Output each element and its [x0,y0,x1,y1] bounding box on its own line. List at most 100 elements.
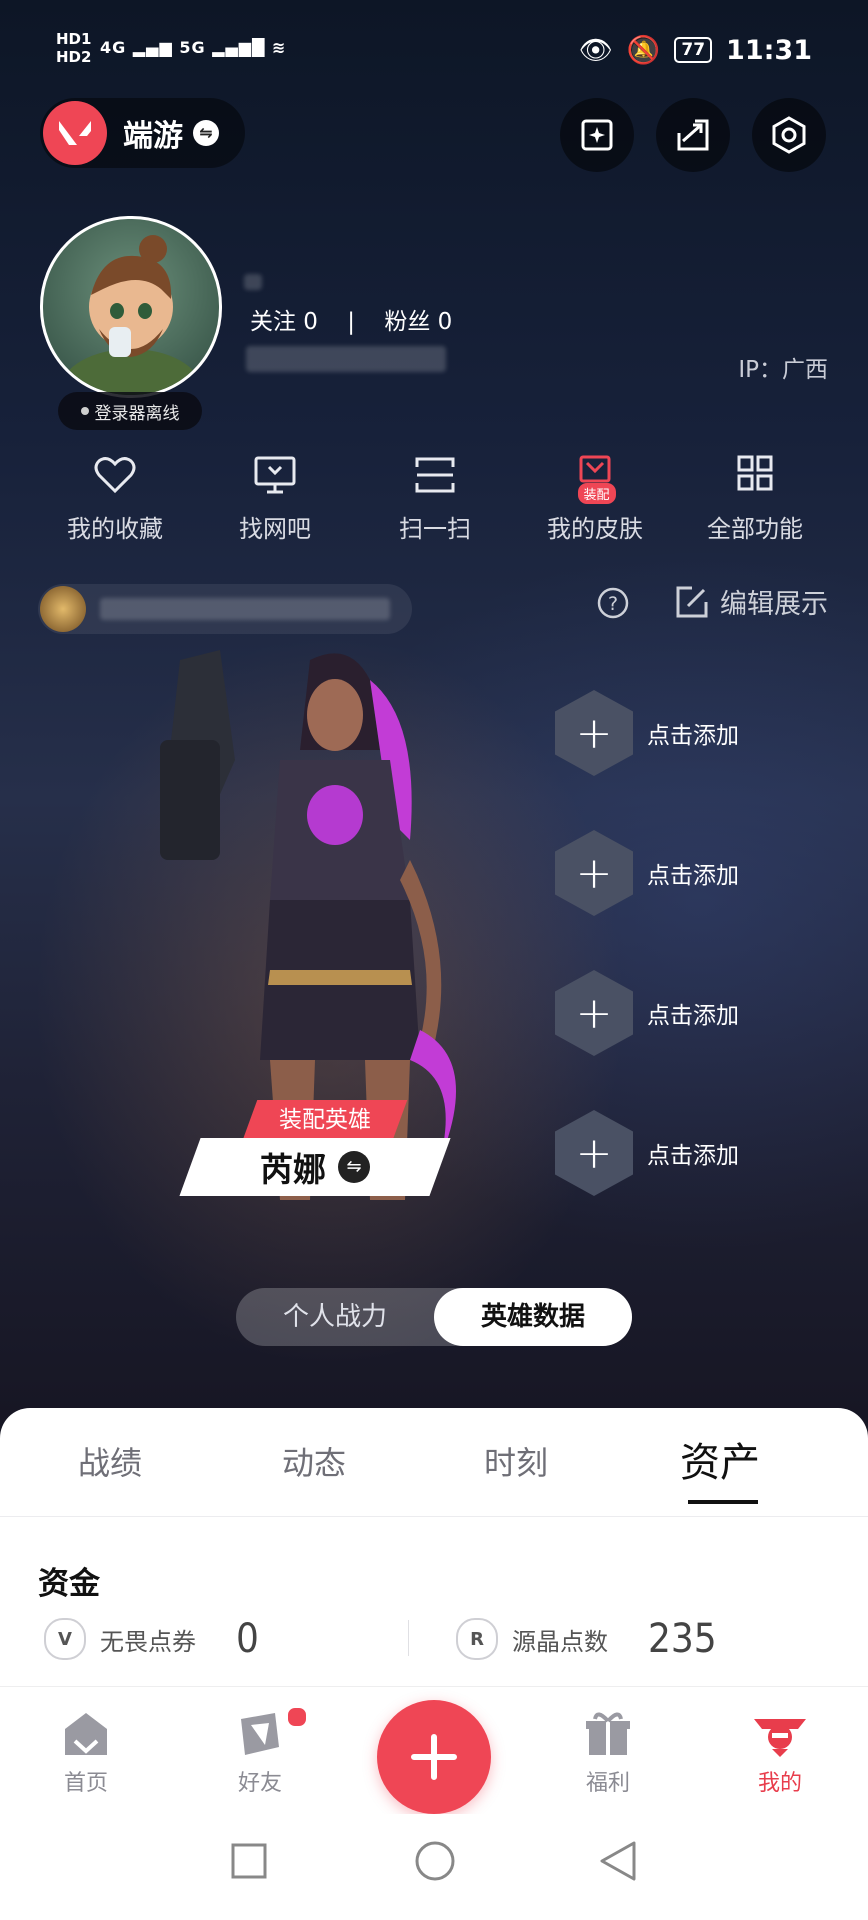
sim2-label: HD2 [56,48,92,66]
add-slot-icon: + [555,970,633,1056]
hero-name-plate: 芮娜 ⇋ [179,1138,451,1196]
avatar-image [61,235,201,395]
scan-icon [415,457,455,493]
add-slot-icon: + [555,830,633,916]
showcase-slot-1[interactable]: + 点击添加 [555,690,739,776]
gift-icon [586,1712,630,1755]
quick-action-find-cafe[interactable]: 找网吧 [200,455,350,544]
back-icon[interactable] [598,1840,638,1882]
quick-action-favorites[interactable]: 我的收藏 [40,455,190,544]
slot-label: 点击添加 [647,723,739,749]
nav-label: 福利 [585,1771,630,1796]
ip-location: IP：广西 [738,357,828,383]
asset-divider [408,1620,409,1656]
share-button[interactable] [656,98,730,172]
tab-divider [0,1516,868,1517]
hero-name: 芮娜 [260,1150,326,1189]
status-right: 👁 🔕 77 11:31 [578,34,812,67]
heart-icon [94,457,136,494]
redacted-player-id [100,598,390,620]
home-circle-icon[interactable] [414,1840,456,1882]
network-4g-label: 4G [100,38,127,57]
nav-welfare[interactable]: 福利 [548,1711,668,1797]
showcase-slot-4[interactable]: + 点击添加 [555,1110,739,1196]
eye-icon: 👁 [578,35,613,66]
app-bar: 端游 ⇋ [40,98,838,172]
create-post-button[interactable] [377,1700,491,1814]
avatar[interactable] [40,216,222,398]
network-5g-label: 5G [179,38,206,57]
nav-home[interactable]: 首页 [26,1711,146,1797]
monitor-icon [254,456,296,494]
segment-personal-power[interactable]: 个人战力 [236,1288,434,1346]
nav-mine[interactable]: 我的 [720,1711,840,1797]
clock: 11:31 [726,34,812,66]
quick-action-scan[interactable]: 扫一扫 [360,455,510,544]
quick-action-skins[interactable]: 装配 我的皮肤 [520,455,670,544]
fans-count[interactable]: 粉丝 0 [384,309,452,335]
slot-label: 点击添加 [647,1003,739,1029]
nav-label: 我的 [757,1771,802,1796]
redacted-username [244,274,262,290]
sim-indicators: HD1 HD2 [56,30,91,66]
asset-value: 235 [648,1616,717,1662]
battery-indicator: 77 [674,37,713,63]
app-switcher[interactable]: 端游 ⇋ [40,98,245,168]
signal-icon-2: ▂▄▆█ [212,38,266,57]
asset-vp[interactable]: V 无畏点券 0 [44,1616,259,1662]
settings-button[interactable] [752,98,826,172]
sparkle-card-button[interactable] [560,98,634,172]
help-button[interactable]: ? [596,586,630,624]
asset-label: 无畏点券 [100,1627,196,1656]
status-badge: 登录器离线 [58,392,202,430]
quick-actions: 我的收藏 找网吧 扫一扫 装配 我的皮肤 全部功能 [40,455,830,544]
quick-action-label: 全部功能 [707,515,803,543]
valorant-logo-icon [43,101,107,165]
tab-assets[interactable]: 资产 [640,1430,800,1488]
tab-moments[interactable]: 时刻 [436,1438,596,1484]
quick-action-label: 找网吧 [239,515,311,543]
active-tab-indicator [688,1500,758,1504]
showcase-slot-2[interactable]: + 点击添加 [555,830,739,916]
redacted-signature [246,346,446,372]
asset-radianite[interactable]: R 源晶点数 235 [456,1616,717,1662]
quick-action-label: 我的皮肤 [547,515,643,543]
vp-coin-icon: V [44,1618,86,1660]
nav-label: 首页 [63,1771,108,1796]
friends-notification-dot [286,1706,308,1728]
swap-hero-icon[interactable]: ⇋ [338,1151,370,1183]
recents-icon[interactable] [230,1842,268,1880]
quick-action-label: 我的收藏 [67,515,163,543]
segment-hero-data[interactable]: 英雄数据 [434,1288,632,1346]
tab-activity[interactable]: 动态 [234,1438,394,1484]
quick-action-all-features[interactable]: 全部功能 [680,455,830,544]
question-circle-icon: ? [597,587,629,619]
settings-hex-icon [772,116,806,154]
edit-showcase-button[interactable]: 编辑展示 [674,582,828,621]
following-count[interactable]: 关注 0 [250,309,318,335]
asset-value: 0 [236,1616,259,1662]
network-indicators: 4G ▂▄▆ 5G ▂▄▆█ ≋ [100,38,286,57]
assets-section-title: 资金 [38,1566,100,1602]
skin-equip-badge: 装配 [577,483,616,504]
add-slot-icon: + [555,1110,633,1196]
player-rank-row[interactable] [38,584,412,634]
app-name: 端游 [123,119,183,154]
asset-label: 源晶点数 [512,1627,608,1656]
follow-stats: 关注 0 | 粉丝 0 [250,302,452,336]
friends-icon [241,1713,279,1755]
tab-record[interactable]: 战绩 [30,1438,190,1484]
slot-label: 点击添加 [647,863,739,889]
profile-agent-icon [754,1719,806,1757]
offline-dot-icon [80,407,89,415]
signal-icon: ▂▄▆ [132,38,173,57]
equipped-hero-tag: 装配英雄 [242,1100,408,1140]
system-nav-bar [0,1814,868,1920]
stats-segment-control: 个人战力 英雄数据 [236,1288,632,1346]
wifi-icon: ≋ [271,38,287,57]
profile-tabs: 战绩 动态 时刻 资产 [0,1408,868,1516]
sparkle-card-icon [581,119,613,151]
home-icon [65,1713,107,1755]
rank-icon [40,586,86,632]
showcase-slot-3[interactable]: + 点击添加 [555,970,739,1056]
